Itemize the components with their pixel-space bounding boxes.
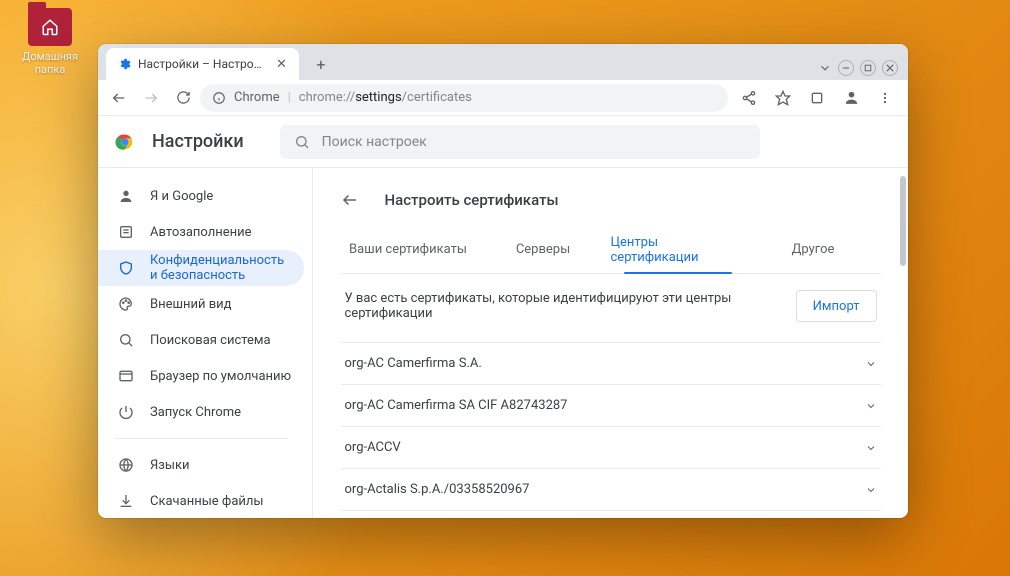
cert-row[interactable]: org-Actalis S.p.A./03358520967 [341, 468, 881, 510]
sidebar-item-label: Языки [150, 458, 190, 473]
sidebar-item-label: Я и Google [150, 189, 213, 204]
person-icon [118, 188, 136, 204]
globe-icon [118, 457, 136, 473]
shield-icon [118, 260, 136, 276]
tab-overflow-icon[interactable] [818, 61, 832, 75]
bookmark-icon[interactable] [770, 85, 796, 111]
settings-sidebar: Я и Google Автозаполнение Конфиденциальнос… [98, 168, 312, 518]
chrome-logo-icon [114, 131, 136, 153]
cert-description: У вас есть сертификаты, которые идентифи… [345, 291, 784, 321]
search-icon [118, 332, 136, 348]
sidebar-item[interactable]: Я и Google [98, 178, 304, 214]
minimize-button[interactable] [838, 60, 854, 76]
close-window-button[interactable] [882, 60, 898, 76]
sidebar-item-label: Скачанные файлы [150, 494, 264, 509]
desktop-home-folder[interactable]: Домашняя папка [20, 8, 80, 76]
sidebar-item-label: Внешний вид [150, 297, 232, 312]
sidebar-item-label: Автозаполнение [150, 225, 252, 240]
sidebar-item[interactable]: Языки [98, 447, 304, 483]
tab-title: Настройки – Настроить с [138, 57, 268, 71]
sidebar-item[interactable]: Скачанные файлы [98, 483, 304, 518]
palette-icon [118, 296, 136, 312]
folder-icon [28, 8, 72, 46]
share-icon[interactable] [736, 85, 762, 111]
omnibox-url: chrome://settings/certificates [299, 90, 472, 105]
reload-button[interactable] [168, 83, 198, 113]
sidebar-item[interactable]: Автозаполнение [98, 214, 304, 250]
home-icon [41, 18, 59, 36]
search-icon [294, 134, 310, 150]
settings-header: Настройки Поиск настроек [98, 116, 908, 168]
address-bar: Chrome | chrome://settings/certificates [98, 80, 908, 116]
chevron-down-icon [865, 358, 877, 370]
page-back-button[interactable] [341, 191, 365, 209]
site-info-icon[interactable] [212, 91, 226, 105]
sidebar-item[interactable]: Поисковая система [98, 322, 304, 358]
cert-name: org-ACCV [345, 440, 401, 455]
chevron-down-icon [865, 442, 877, 454]
power-icon [118, 404, 136, 420]
sidebar-item-label: Запуск Chrome [150, 405, 241, 420]
extensions-icon[interactable] [804, 85, 830, 111]
menu-icon[interactable] [872, 85, 898, 111]
cert-name: org-AC Camerfirma SA CIF A82743287 [345, 398, 568, 413]
autofill-icon [118, 224, 136, 240]
cert-row[interactable]: org-AffirmTrust [341, 510, 881, 518]
omnibox-scheme-label: Chrome [234, 90, 280, 105]
cert-tab[interactable]: Серверы [476, 226, 611, 273]
sidebar-item[interactable]: Запуск Chrome [98, 394, 304, 430]
close-tab-icon[interactable]: ✕ [274, 55, 289, 74]
browser-icon [118, 368, 136, 384]
browser-window: Настройки – Настроить с ✕ + [98, 44, 908, 518]
cert-row[interactable]: org-ACCV [341, 426, 881, 468]
titlebar: Настройки – Настроить с ✕ + [98, 44, 908, 80]
page-title: Настроить сертификаты [385, 191, 559, 209]
cert-tab[interactable]: Ваши сертификаты [341, 226, 476, 273]
browser-tab[interactable]: Настройки – Настроить с ✕ [106, 48, 299, 80]
cert-row[interactable]: org-AC Camerfirma S.A. [341, 342, 881, 384]
cert-tabs: Ваши сертификатыСерверыЦентры сертификац… [341, 226, 881, 274]
chevron-down-icon [865, 484, 877, 496]
download-icon [118, 493, 136, 509]
forward-button[interactable] [136, 83, 166, 113]
sidebar-item-label: Браузер по умолчанию [150, 369, 291, 384]
search-placeholder: Поиск настроек [322, 134, 427, 150]
cert-list: org-AC Camerfirma S.A. org-AC Camerfirma … [341, 342, 881, 518]
import-button[interactable]: Импорт [796, 290, 877, 322]
cert-row[interactable]: org-AC Camerfirma SA CIF A82743287 [341, 384, 881, 426]
omnibox[interactable]: Chrome | chrome://settings/certificates [200, 84, 728, 112]
profile-icon[interactable] [838, 85, 864, 111]
sidebar-item[interactable]: Внешний вид [98, 286, 304, 322]
sidebar-item[interactable]: Конфиденциальность и безопасность [98, 250, 304, 286]
new-tab-button[interactable]: + [307, 50, 335, 78]
sidebar-item-label: Поисковая система [150, 333, 271, 348]
cert-tab[interactable]: Другое [746, 226, 881, 273]
desktop-icon-label: Домашняя папка [20, 50, 80, 76]
cert-tab[interactable]: Центры сертификации [611, 226, 746, 273]
app-title: Настройки [152, 131, 244, 152]
cert-name: org-Actalis S.p.A./03358520967 [345, 482, 530, 497]
sidebar-item[interactable]: Браузер по умолчанию [98, 358, 304, 394]
settings-search[interactable]: Поиск настроек [280, 125, 760, 159]
cert-name: org-AC Camerfirma S.A. [345, 356, 482, 371]
settings-main: Настроить сертификаты Ваши сертификатыСе… [312, 168, 908, 518]
maximize-button[interactable] [860, 60, 876, 76]
settings-favicon-icon [118, 57, 132, 71]
back-button[interactable] [104, 83, 134, 113]
chevron-down-icon [865, 400, 877, 412]
sidebar-item-label: Конфиденциальность и безопасность [150, 253, 294, 283]
